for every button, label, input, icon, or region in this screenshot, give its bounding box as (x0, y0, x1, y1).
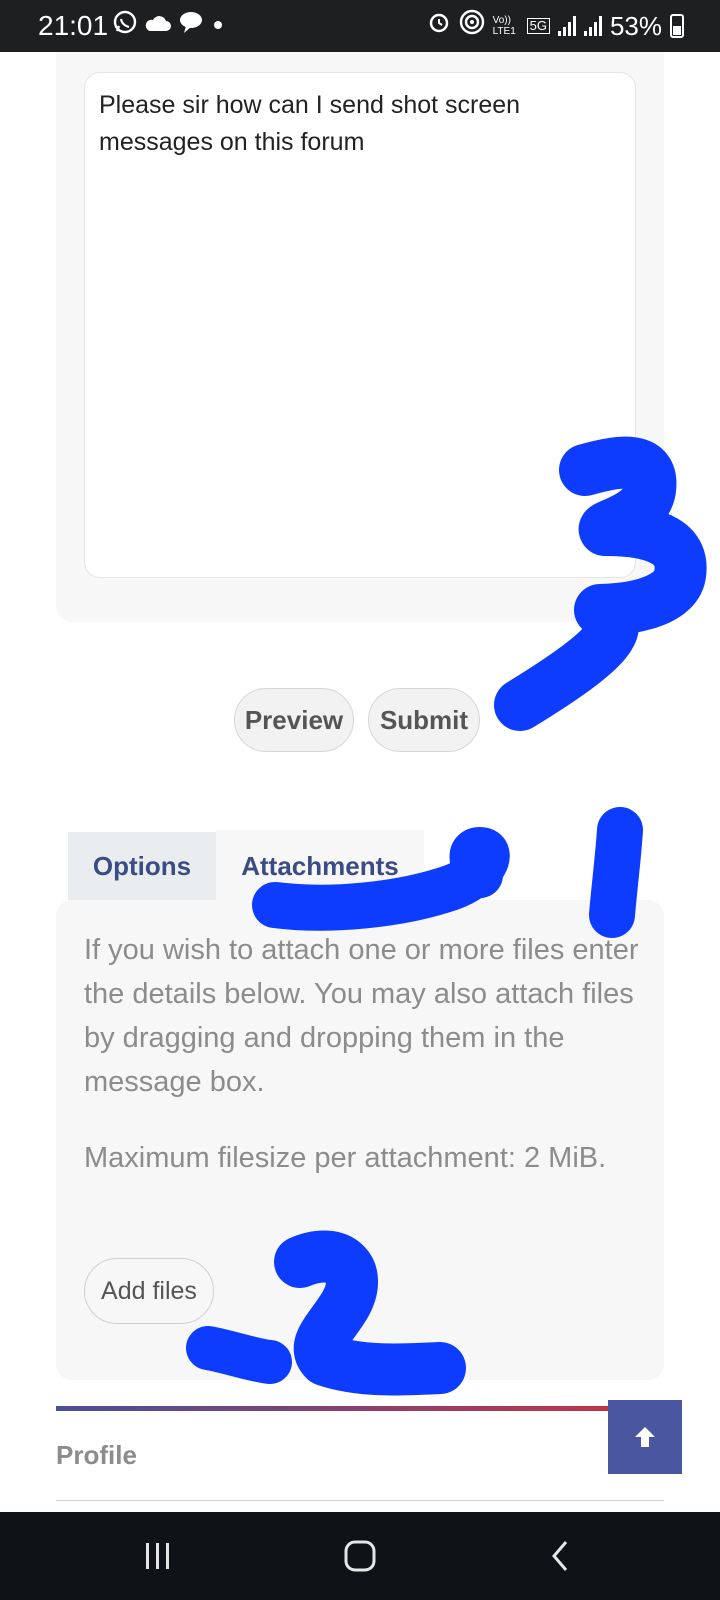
scroll-to-top-button[interactable] (608, 1400, 682, 1474)
home-button[interactable] (330, 1530, 390, 1582)
tab-options[interactable]: Options (68, 832, 216, 900)
message-textarea[interactable]: Please sir how can I send shot screen me… (84, 72, 636, 578)
5g-icon: 5G (526, 18, 550, 34)
signal-r-icon (583, 16, 602, 36)
back-icon (552, 1541, 568, 1571)
back-button[interactable] (530, 1530, 590, 1582)
attachments-description: If you wish to attach one or more files … (84, 934, 639, 1098)
recent-apps-button[interactable] (128, 1530, 188, 1582)
dot-icon (210, 10, 226, 42)
whatsapp-icon (112, 9, 138, 44)
signal-icon (557, 16, 576, 36)
recent-apps-icon (146, 1543, 169, 1569)
home-icon (344, 1540, 376, 1572)
add-files-button[interactable]: Add files (84, 1258, 214, 1324)
profile-divider (56, 1500, 664, 1501)
status-left-icons (112, 10, 226, 42)
system-nav-bar (0, 1512, 720, 1600)
status-time: 21:01 (38, 10, 109, 41)
chat-bubble-icon (178, 10, 204, 43)
battery-icon (670, 14, 684, 38)
profile-heading[interactable]: Profile (56, 1440, 137, 1471)
hotspot-icon (459, 9, 485, 44)
tab-attachments[interactable]: Attachments (216, 830, 424, 902)
arrow-up-icon (635, 1427, 655, 1447)
volte-icon: Vo)) LTE1 (492, 15, 516, 37)
battery-percent: 53% (609, 10, 662, 41)
status-right-icons: Vo)) LTE1 5G 53% (427, 9, 684, 44)
status-bar: 21:01 Vo)) LTE1 5G 53% (0, 0, 720, 52)
section-divider (56, 1406, 608, 1411)
preview-button[interactable]: Preview (234, 688, 354, 752)
alarm-icon (427, 10, 451, 43)
submit-button[interactable]: Submit (368, 688, 480, 752)
cloud-icon (144, 10, 172, 42)
attachments-max-size: Maximum filesize per attachment: 2 MiB. (84, 1142, 607, 1174)
